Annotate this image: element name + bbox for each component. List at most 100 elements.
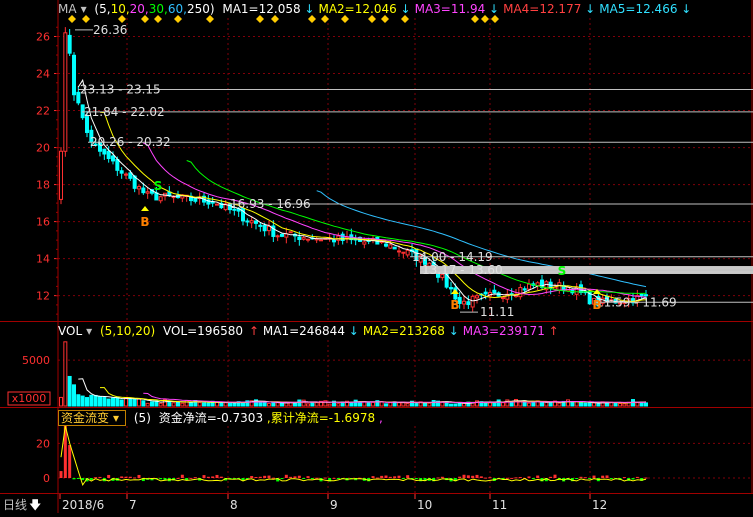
candle-body [306,238,310,241]
flow-bar [406,475,410,478]
flow-bar [631,478,635,480]
volume-bar [150,401,154,407]
ma-param-5: 60, [167,2,187,16]
candle-body [59,150,63,200]
volume-bar [262,402,267,407]
flow-bar [380,475,384,478]
vol-ma-value-text: MA1=246844 [262,324,345,338]
ma-param-3: 20, [129,2,149,16]
dropdown-arrow-icon: ▾ [86,324,93,338]
candle-body [215,203,219,206]
volume-bar [111,397,115,407]
ma-indicator-selector[interactable]: MA ▾ [58,2,87,16]
y-tick-label: 14 [36,253,50,266]
vol-ma-value-2: MA2=213268 ↓ [363,324,459,338]
volume-bar [405,403,410,407]
volume-bar [180,402,185,407]
y-tick-label: 18 [36,179,50,192]
flow-bar [475,474,479,478]
flow-bar [263,475,267,478]
candle-body [470,295,475,308]
flow-bar [375,477,379,479]
candle-body [475,295,479,299]
candle-body [141,187,146,194]
signal-label-B: B [140,215,149,229]
down-arrow-icon: ↓ [344,324,359,338]
candle-body [401,251,406,254]
candle-body [102,148,107,155]
vol-ma-value-3: MA3=239171 ↑ [463,324,559,338]
price-chart[interactable]: 26 24 22 20 18 16 14 12 26.36 23.13 - 23.15 21.84 … [0,0,753,322]
volume-bar [327,403,332,407]
flow-indicator-selector[interactable]: 资金流变 ▾ [58,410,127,426]
price-level-label: 20.26 - 20.32 [90,135,171,149]
ma-value-text: MA4=12.177 [503,2,582,16]
volume-bar [59,396,63,407]
candle-body [275,235,280,238]
flow-bar [536,475,540,478]
time-label: 12 [592,498,607,512]
axis-background [0,494,753,513]
candle-body [85,116,89,133]
vol-indicator-selector[interactable]: VOL ▾ [58,324,92,338]
candle-body [262,224,267,232]
flow-bar [219,476,223,478]
y-tick-label: 20 [36,142,50,155]
flow-selector-label: 资金流变 [61,411,110,425]
flow-bar [635,476,639,478]
flow-bar [302,478,306,479]
price-chart-panel[interactable]: 26 24 22 20 18 16 14 12 26.36 23.13 - 23.15 21.84 … [0,0,753,322]
flow-bar [332,477,336,479]
flow-bar [505,477,509,479]
volume-bar [202,402,206,407]
flow-bar [644,477,648,479]
volume-bar [635,402,640,407]
volume-chart-panel[interactable]: 5000 x1000 VOL ▾ (5,10,20) VOL=196580 ↑ MA1… [0,322,753,408]
signal-label-B: B [592,298,601,312]
flow-bar [271,477,275,479]
candle-body [301,237,306,240]
volume-bar [475,400,479,407]
volume-bar [540,402,544,407]
flow-bar [488,477,492,479]
flow-bar [120,476,124,478]
candle-body [518,287,523,298]
flow-bar [601,475,605,478]
volume-bar [67,375,72,407]
flow-trailing: , [378,411,383,425]
indicator-name: VOL [58,324,83,338]
candle-body [527,283,531,290]
volume-bar [557,402,562,407]
period-selector[interactable]: 日线 🡇 [3,496,41,517]
y-tick-label: 0 [43,472,50,485]
flow-bar [206,476,210,478]
flow-bar [310,478,314,479]
volume-bar [453,403,458,407]
vol-ma-value-text: MA2=213268 [362,324,445,338]
flow-bar [553,474,557,478]
ma-values: MA1=12.058 ↓ MA2=12.046 ↓ MA3=11.94 ↓ MA4=1… [222,2,695,16]
flow-params: (5) [133,411,151,425]
flow-bar [510,477,514,479]
flow-bar [297,475,301,478]
volume-bar [115,397,120,407]
flow-bar [250,475,254,478]
ma-value-5: MA5=12.466 ↓ [599,2,691,16]
candle-body [128,172,133,179]
candle-body [501,297,505,300]
ma-indicator-header: MA ▾ (5,10,20,30,60,250) MA1=12.058 ↓ MA2=… [58,2,699,16]
candle-body [449,287,453,290]
volume-bar [132,398,137,407]
ma-params: (5,10,20,30,60,250) [94,2,214,16]
volume-bar [258,401,263,407]
vol-params: (5,10,20) [100,324,156,338]
capital-flow-panel[interactable]: 20 0 资金流变 ▾ (5) 资金净流=-0.7303 ,累计净流=-1.6978… [0,408,753,494]
flow-bar [59,471,63,478]
flow-bar [72,478,76,480]
candle-body [332,239,336,243]
volume-bar [275,402,280,407]
flow-bar [414,478,418,479]
indicator-name: MA [58,2,77,16]
flow-bar [289,476,293,478]
volume-bar [431,400,436,407]
